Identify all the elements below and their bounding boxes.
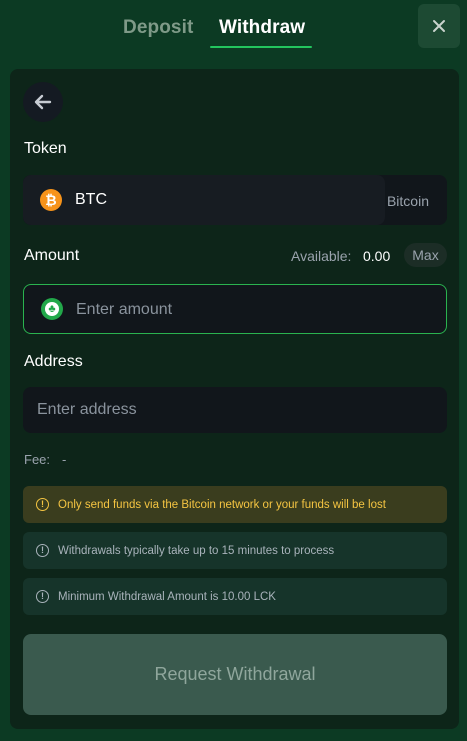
info-icon: !	[36, 544, 49, 557]
amount-input[interactable]	[76, 298, 426, 322]
token-selected: ₿ BTC	[23, 175, 385, 225]
processing-time-text: Withdrawals typically take up to 15 minu…	[58, 544, 335, 557]
available-label: Available:	[291, 248, 352, 264]
address-input[interactable]	[37, 398, 427, 422]
arrow-left-icon	[34, 94, 52, 110]
fee-value: -	[62, 452, 67, 467]
back-button[interactable]	[23, 82, 63, 122]
request-withdrawal-button[interactable]: Request Withdrawal	[23, 634, 447, 715]
address-field[interactable]	[23, 387, 447, 433]
token-symbol: BTC	[75, 191, 107, 208]
bitcoin-icon: ₿	[40, 189, 62, 211]
token-label: Token	[24, 140, 67, 157]
lucky-chip-icon: ♣	[41, 298, 63, 320]
minimum-amount-text: Minimum Withdrawal Amount is 10.00 LCK	[58, 590, 276, 603]
max-button[interactable]: Max	[404, 243, 447, 267]
fee-label: Fee:	[24, 452, 51, 467]
tab-withdraw[interactable]: Withdraw	[219, 17, 305, 39]
available-value: 0.00	[363, 248, 391, 264]
network-warning: ! Only send funds via the Bitcoin networ…	[23, 486, 447, 523]
network-warning-text: Only send funds via the Bitcoin network …	[58, 498, 386, 511]
info-icon: !	[36, 590, 49, 603]
token-network-name: Bitcoin	[386, 193, 429, 209]
top-bar: Deposit Withdraw	[0, 0, 467, 56]
address-label: Address	[24, 353, 83, 370]
amount-field[interactable]: ♣	[23, 284, 447, 334]
warning-icon: !	[36, 498, 49, 511]
token-selector[interactable]: ₿ BTC Bitcoin	[23, 175, 447, 225]
tab-deposit[interactable]: Deposit	[123, 17, 193, 39]
close-button[interactable]	[418, 4, 460, 48]
active-tab-indicator	[210, 46, 312, 48]
processing-time-notice: ! Withdrawals typically take up to 15 mi…	[23, 532, 447, 569]
minimum-amount-notice: ! Minimum Withdrawal Amount is 10.00 LCK	[23, 578, 447, 615]
amount-label: Amount	[24, 247, 80, 264]
close-icon	[433, 20, 445, 32]
